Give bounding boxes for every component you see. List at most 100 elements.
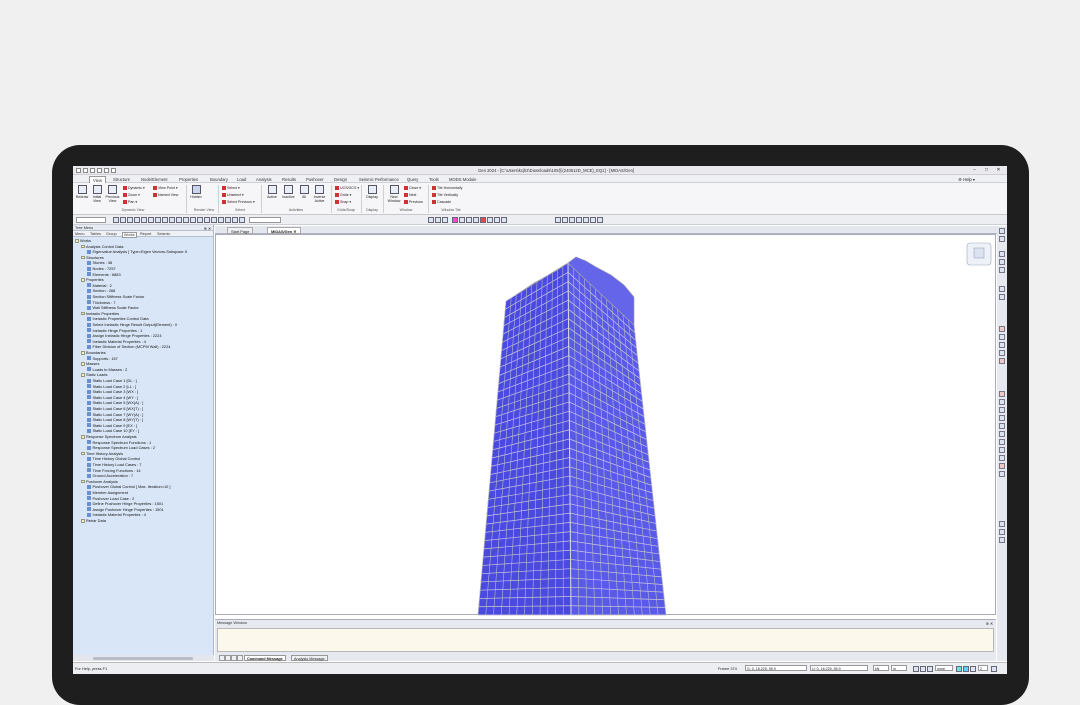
- status-tool-icon[interactable]: [913, 666, 919, 672]
- tree-item[interactable]: Supports : 157: [87, 356, 118, 361]
- toolbar-tool-icon[interactable]: [583, 217, 589, 223]
- toolbar-combo[interactable]: [76, 217, 106, 223]
- menu-results[interactable]: Results: [282, 177, 296, 182]
- all-button[interactable]: All: [298, 185, 310, 199]
- hidden-button[interactable]: Hidden: [189, 185, 203, 199]
- view-tool-icon[interactable]: [999, 334, 1005, 340]
- tree-tab-report[interactable]: Report: [140, 232, 151, 236]
- toolbar-tool-icon[interactable]: [428, 217, 434, 223]
- toolbar-tool-icon[interactable]: [169, 217, 175, 223]
- tree-tab-works[interactable]: Works: [122, 232, 137, 238]
- message-close-icon[interactable]: ⊕ ✕: [986, 621, 993, 626]
- toolbar-tool-icon[interactable]: [127, 217, 133, 223]
- toolbar-tool-icon[interactable]: [569, 217, 575, 223]
- tree-item[interactable]: Masses: [81, 361, 99, 366]
- dynamic-button[interactable]: Dynamic ▾: [123, 186, 145, 190]
- tree-item[interactable]: Pushover Analysis: [81, 479, 118, 484]
- view-cube-icon[interactable]: [967, 243, 991, 265]
- tree-item[interactable]: Static Load Case 8 [WY(T) : ]: [87, 417, 143, 422]
- tree-item[interactable]: Response Spectrum Analysis: [81, 434, 137, 439]
- menu-structure[interactable]: Structure: [113, 177, 130, 182]
- view-tool-icon[interactable]: [999, 342, 1005, 348]
- menu-mods-module[interactable]: MODS Module: [449, 177, 476, 182]
- tree-item[interactable]: Static Load Case 5 [WX(A) : ]: [87, 400, 143, 405]
- zoom-button[interactable]: Zoom ▾: [123, 193, 140, 197]
- app-logo-icon[interactable]: [76, 168, 81, 173]
- select-previous-button[interactable]: Select Previous ▾: [222, 200, 255, 204]
- tree-item[interactable]: Time History Load Cases : 7: [87, 462, 141, 467]
- toolbar-tool-icon[interactable]: [197, 217, 203, 223]
- tree-item[interactable]: Static Load Case 4 [WY : ]: [87, 395, 138, 400]
- status-tool-icon[interactable]: [963, 666, 969, 672]
- tree-item[interactable]: Static Load Case 10 [EY : ]: [87, 428, 139, 433]
- toolbar-tool-icon[interactable]: [466, 217, 472, 223]
- toolbar-tool-icon[interactable]: [204, 217, 210, 223]
- menu-pushover[interactable]: Pushover: [306, 177, 324, 182]
- inverse-active-button[interactable]: Inverse Active: [311, 185, 328, 203]
- tree-item[interactable]: Stories : 38: [87, 260, 112, 265]
- toolbar-tool-icon[interactable]: [442, 217, 448, 223]
- toolbar-tool-icon[interactable]: [576, 217, 582, 223]
- menu-load[interactable]: Load: [237, 177, 246, 182]
- tree-item[interactable]: Inelastic Material Properties : 4: [87, 339, 146, 344]
- tree-item[interactable]: Structures: [81, 255, 104, 260]
- toolbar-tool-icon[interactable]: [494, 217, 500, 223]
- view-tool-icon[interactable]: [999, 294, 1005, 300]
- toolbar-tool-icon[interactable]: [597, 217, 603, 223]
- tree-item[interactable]: Time Forcing Functions : 14: [87, 468, 141, 473]
- help-menu[interactable]: ⚙ Help ▾: [958, 177, 975, 182]
- view-tool-icon[interactable]: [999, 399, 1005, 405]
- tree-item[interactable]: Time History Global Control: [87, 456, 140, 461]
- inactive-button[interactable]: Inactive: [280, 185, 297, 199]
- tree-item[interactable]: Thickness : 7: [87, 300, 115, 305]
- previous-view-button[interactable]: Previous View: [105, 185, 120, 203]
- view-tool-icon[interactable]: [999, 407, 1005, 413]
- grids-button[interactable]: Grids ▾: [335, 193, 351, 197]
- tree-tab-menu[interactable]: Menu: [75, 232, 85, 236]
- view-tool-icon[interactable]: [999, 391, 1005, 397]
- new-icon[interactable]: [83, 168, 88, 173]
- model-viewport[interactable]: [215, 234, 996, 615]
- filter-select[interactable]: none: [935, 665, 953, 671]
- view-tool-icon[interactable]: [999, 521, 1005, 527]
- status-tool-icon[interactable]: [970, 666, 976, 672]
- toolbar-tool-icon[interactable]: [452, 217, 458, 223]
- toolbar-tool-icon[interactable]: [162, 217, 168, 223]
- tree-item[interactable]: Rebar Data: [81, 518, 106, 523]
- toolbar-tool-icon[interactable]: [155, 217, 161, 223]
- tree-item[interactable]: Eigenvalue Analysis [ Type=Eigen Vectors…: [87, 249, 187, 254]
- ucs-gcs-button[interactable]: UCS/GCS ▾: [335, 186, 359, 190]
- toolbar-tool-icon[interactable]: [487, 217, 493, 223]
- previous-window-button[interactable]: Previous: [404, 200, 423, 204]
- tree-scrollbar[interactable]: [73, 655, 214, 661]
- view-tool-icon[interactable]: [999, 537, 1005, 543]
- toolbar-tool-icon[interactable]: [113, 217, 119, 223]
- toolbar-tool-icon[interactable]: [480, 217, 486, 223]
- toolbar-tool-icon[interactable]: [120, 217, 126, 223]
- view-tool-icon[interactable]: [999, 228, 1005, 234]
- tree-item[interactable]: Select Inelastic Hinge Result Output(Ele…: [87, 322, 177, 327]
- tree-item[interactable]: Static Load Case 2 [LL : ]: [87, 384, 136, 389]
- tree-item[interactable]: Time History Analysis: [81, 451, 123, 456]
- toolbar-tool-icon[interactable]: [590, 217, 596, 223]
- tree-item[interactable]: Assign Pushover Hinge Properties : 1501: [87, 507, 164, 512]
- toolbar-tool-icon[interactable]: [239, 217, 245, 223]
- force-unit-select[interactable]: kN: [873, 665, 889, 671]
- tree-item[interactable]: Member Assignment: [87, 490, 128, 495]
- toolbar-tool-icon[interactable]: [148, 217, 154, 223]
- next-window-button[interactable]: Next: [404, 193, 416, 197]
- view-tool-icon[interactable]: [999, 350, 1005, 356]
- view-tool-icon[interactable]: [999, 415, 1005, 421]
- status-number-box[interactable]: 2: [978, 665, 988, 671]
- tree-item[interactable]: Properties: [81, 277, 104, 282]
- save-icon[interactable]: [97, 168, 102, 173]
- toolbar-combo[interactable]: [249, 217, 281, 223]
- tab-nav-last-icon[interactable]: [237, 655, 243, 661]
- view-tool-icon[interactable]: [999, 267, 1005, 273]
- tree-item[interactable]: Material : 2: [87, 283, 112, 288]
- toolbar-tool-icon[interactable]: [435, 217, 441, 223]
- tree-close-icon[interactable]: ⊕ ✕: [204, 226, 211, 231]
- view-tool-icon[interactable]: [999, 259, 1005, 265]
- redo-icon[interactable]: [111, 168, 116, 173]
- tree-item[interactable]: Response Spectrum Load Cases : 2: [87, 445, 155, 450]
